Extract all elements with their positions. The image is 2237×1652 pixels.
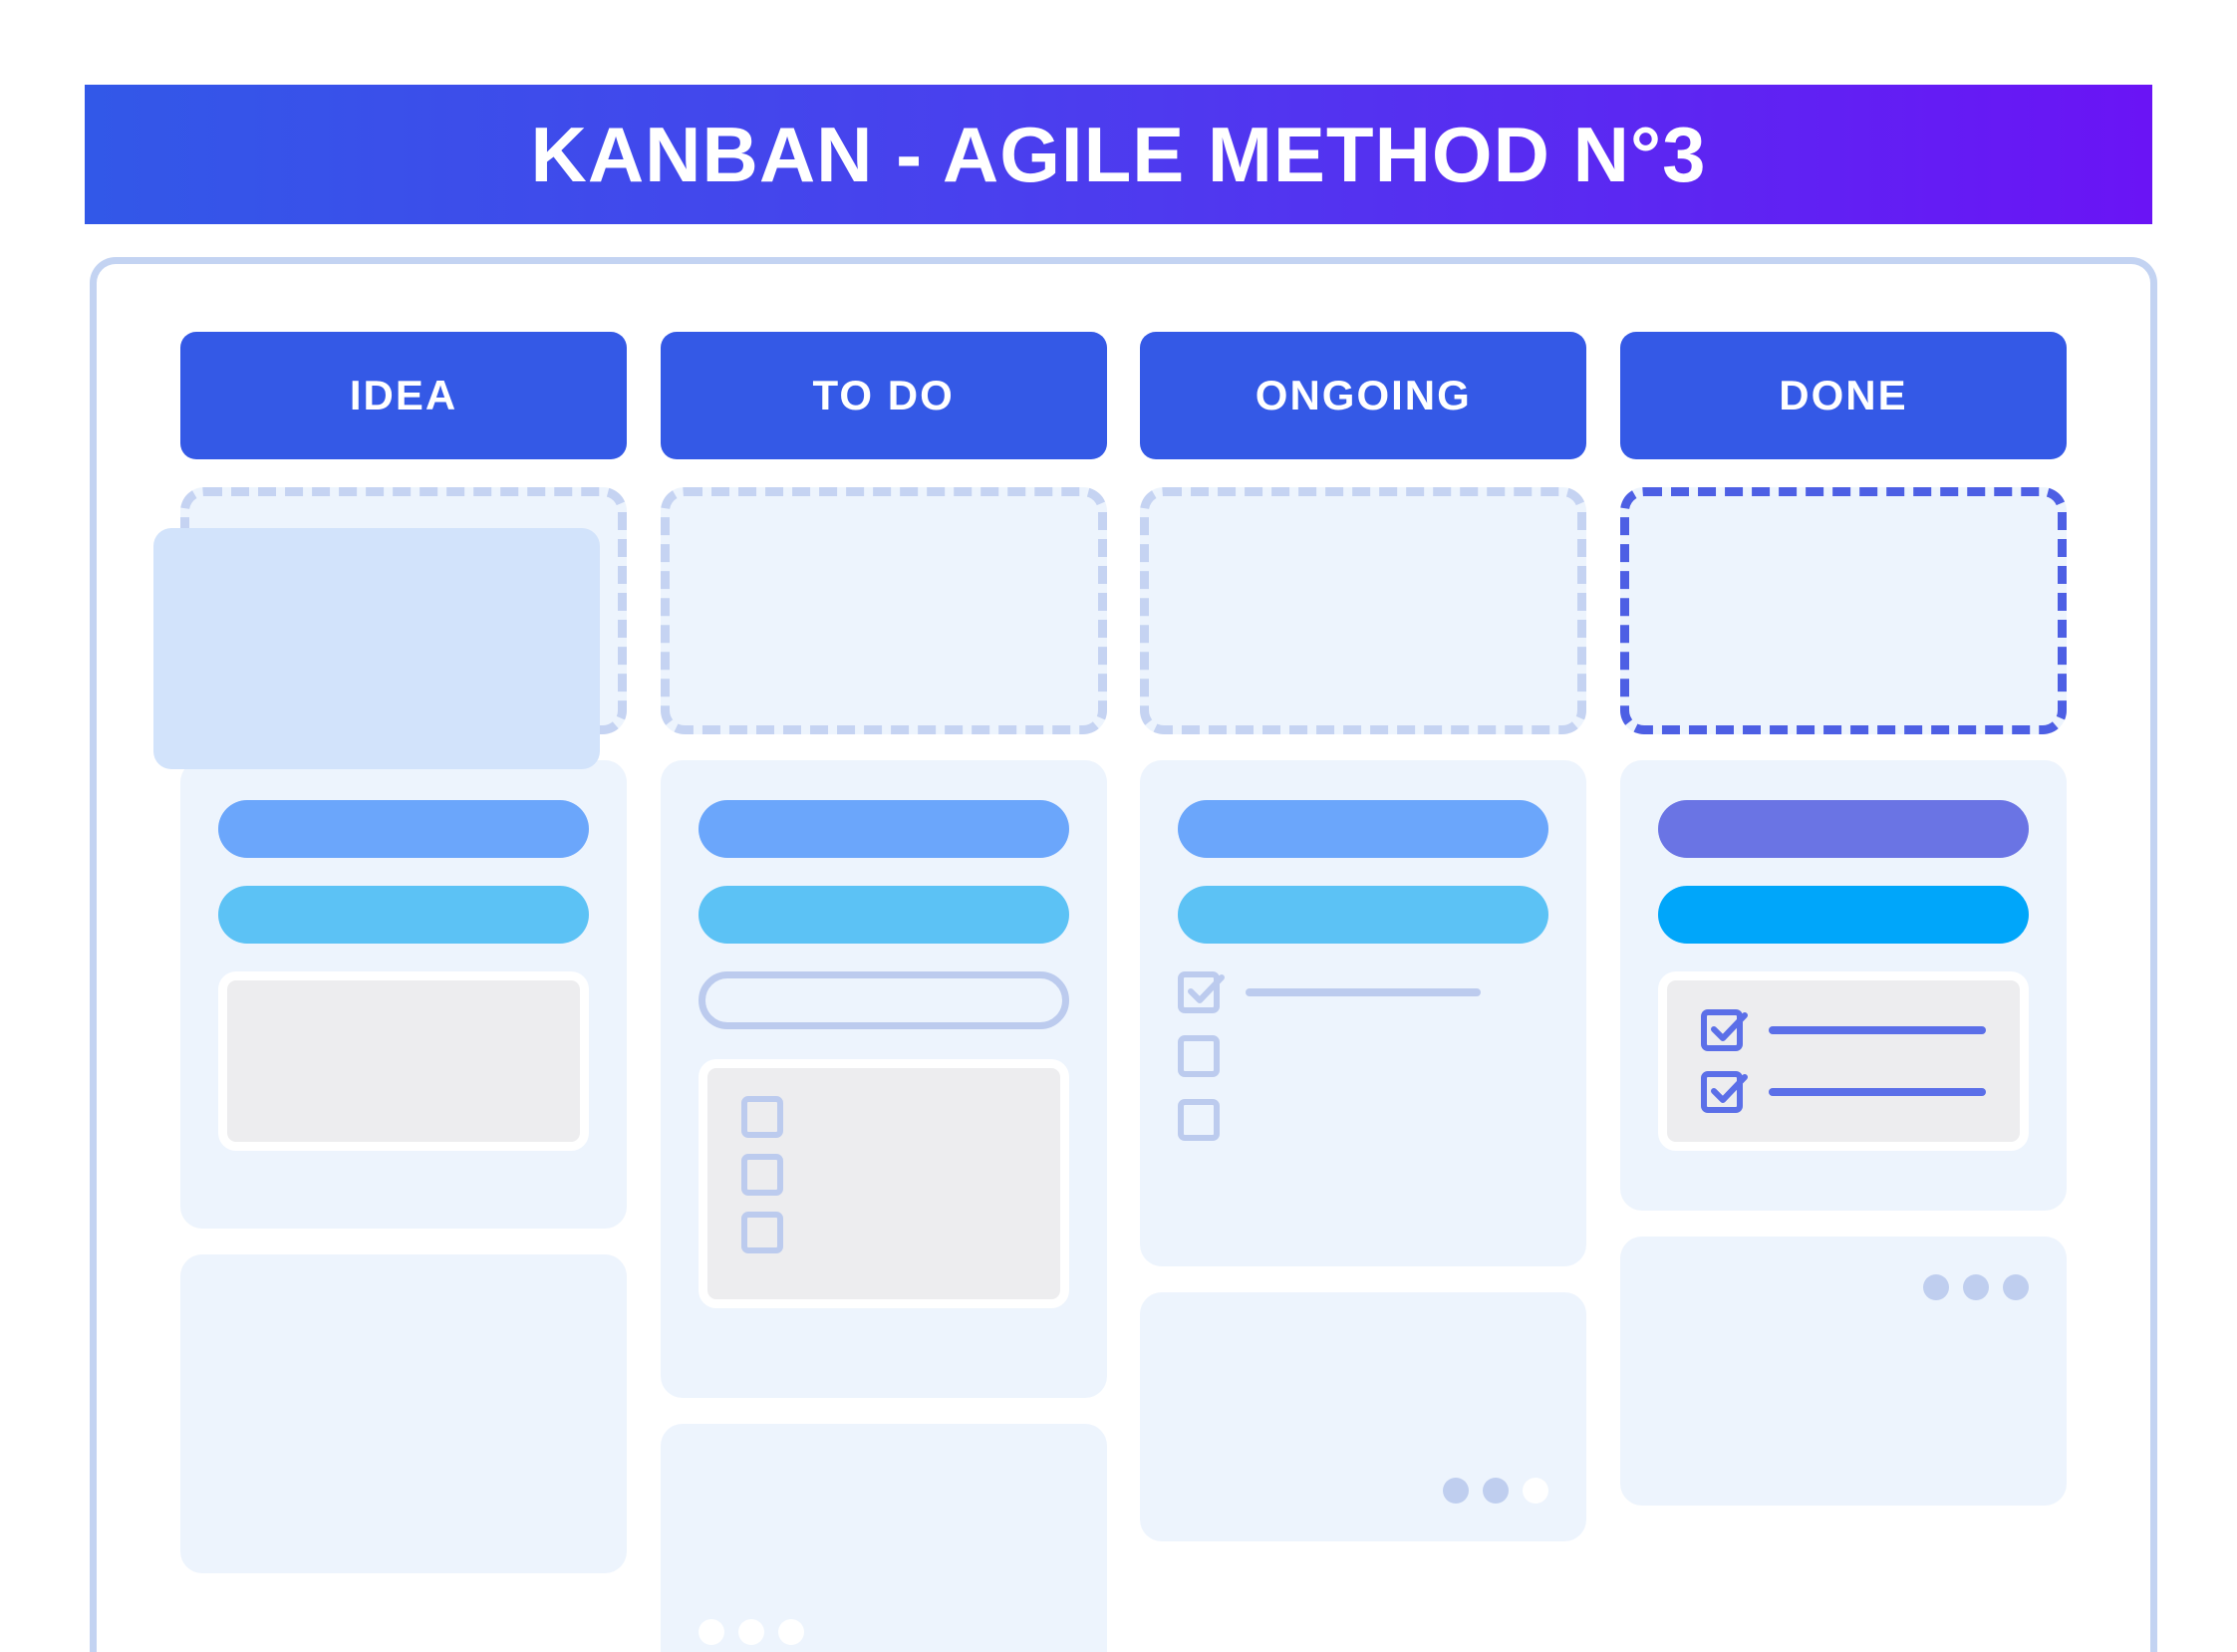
dot (1962, 1274, 1989, 1300)
task-card-todo-secondary[interactable] (660, 1424, 1107, 1652)
column-header-ongoing[interactable]: ONGOING (1140, 332, 1587, 459)
task-card-done-secondary[interactable] (1619, 1237, 2067, 1506)
drop-placeholder-todo[interactable] (660, 487, 1107, 734)
card-outline-bar (698, 971, 1069, 1029)
card-content-panel (218, 971, 589, 1151)
kanban-columns: IDEA TO DO ONGOING DONE (97, 264, 2150, 1652)
dot (737, 1619, 764, 1645)
card-more-dots[interactable] (1922, 1274, 2029, 1300)
drop-placeholder-ongoing[interactable] (1140, 487, 1587, 734)
checklist-item-checked[interactable] (1700, 1071, 1986, 1113)
dot (698, 1619, 724, 1645)
checkbox-checked-icon[interactable] (1178, 971, 1226, 1013)
dot (1523, 1478, 1549, 1504)
column-header-todo[interactable]: TO DO (660, 332, 1107, 459)
checkbox-unchecked-icon[interactable] (740, 1212, 783, 1253)
checklist-item[interactable] (740, 1154, 1026, 1196)
card-subtitle-bar (1657, 886, 2029, 944)
card-checklist-panel (1657, 971, 2029, 1151)
column-header-done[interactable]: DONE (1619, 332, 2067, 459)
card-title-bar (1657, 800, 2029, 858)
card-checklist-panel (698, 1059, 1069, 1308)
checklist-line (1768, 1088, 1986, 1096)
checklist-item[interactable] (1178, 1035, 1548, 1077)
card-subtitle-bar (698, 886, 1069, 944)
task-card-todo[interactable] (660, 760, 1107, 1398)
column-header-idea[interactable]: IDEA (180, 332, 627, 459)
dot (1483, 1478, 1510, 1504)
card-title-bar (218, 800, 589, 858)
page-title: KANBAN - AGILE METHOD N°3 (530, 110, 1707, 198)
drop-placeholder-idea[interactable] (153, 487, 627, 769)
checklist-item[interactable] (740, 1212, 1026, 1253)
task-card-ongoing[interactable] (1140, 760, 1587, 1266)
board-title-banner: KANBAN - AGILE METHOD N°3 (85, 85, 2152, 224)
dot (1443, 1478, 1470, 1504)
dot (1922, 1274, 1949, 1300)
checklist-line (1246, 988, 1482, 996)
card-checklist (1178, 971, 1548, 1141)
dot (777, 1619, 804, 1645)
task-card-done[interactable] (1619, 760, 2067, 1211)
card-subtitle-bar (218, 886, 589, 944)
card-subtitle-bar (1178, 886, 1549, 944)
checkbox-checked-icon[interactable] (1700, 1009, 1748, 1051)
column-title-idea: IDEA (349, 372, 458, 418)
checkbox-checked-icon[interactable] (1700, 1071, 1748, 1113)
card-more-dots[interactable] (1443, 1478, 1549, 1504)
task-card-ongoing-secondary[interactable] (1140, 1292, 1587, 1541)
drop-placeholder-done[interactable] (1619, 487, 2067, 734)
kanban-board-frame: IDEA TO DO ONGOING DONE (90, 257, 2157, 1652)
checklist-line (1768, 1026, 1986, 1034)
checklist-item[interactable] (740, 1096, 1026, 1138)
column-title-todo: TO DO (812, 372, 955, 418)
checkbox-unchecked-icon[interactable] (740, 1154, 783, 1196)
dot (2002, 1274, 2029, 1300)
kanban-column-todo: TO DO (660, 332, 1107, 1652)
checkbox-unchecked-icon[interactable] (1178, 1035, 1221, 1077)
kanban-column-done: DONE (1619, 332, 2067, 1652)
column-title-ongoing: ONGOING (1255, 372, 1472, 418)
checklist-item-checked[interactable] (1178, 971, 1548, 1013)
kanban-column-ongoing: ONGOING (1140, 332, 1587, 1652)
column-title-done: DONE (1779, 372, 1908, 418)
checklist-item[interactable] (1178, 1099, 1548, 1141)
task-card-idea-secondary[interactable] (180, 1254, 627, 1573)
checkbox-unchecked-icon[interactable] (740, 1096, 783, 1138)
card-title-bar (698, 800, 1069, 858)
checkbox-unchecked-icon[interactable] (1178, 1099, 1221, 1141)
card-title-bar (1178, 800, 1549, 858)
task-card-idea[interactable] (180, 760, 627, 1229)
card-more-dots[interactable] (698, 1619, 804, 1645)
checklist-item-checked[interactable] (1700, 1009, 1986, 1051)
dragged-card-idea[interactable] (153, 528, 600, 769)
kanban-column-idea: IDEA (153, 332, 627, 1652)
